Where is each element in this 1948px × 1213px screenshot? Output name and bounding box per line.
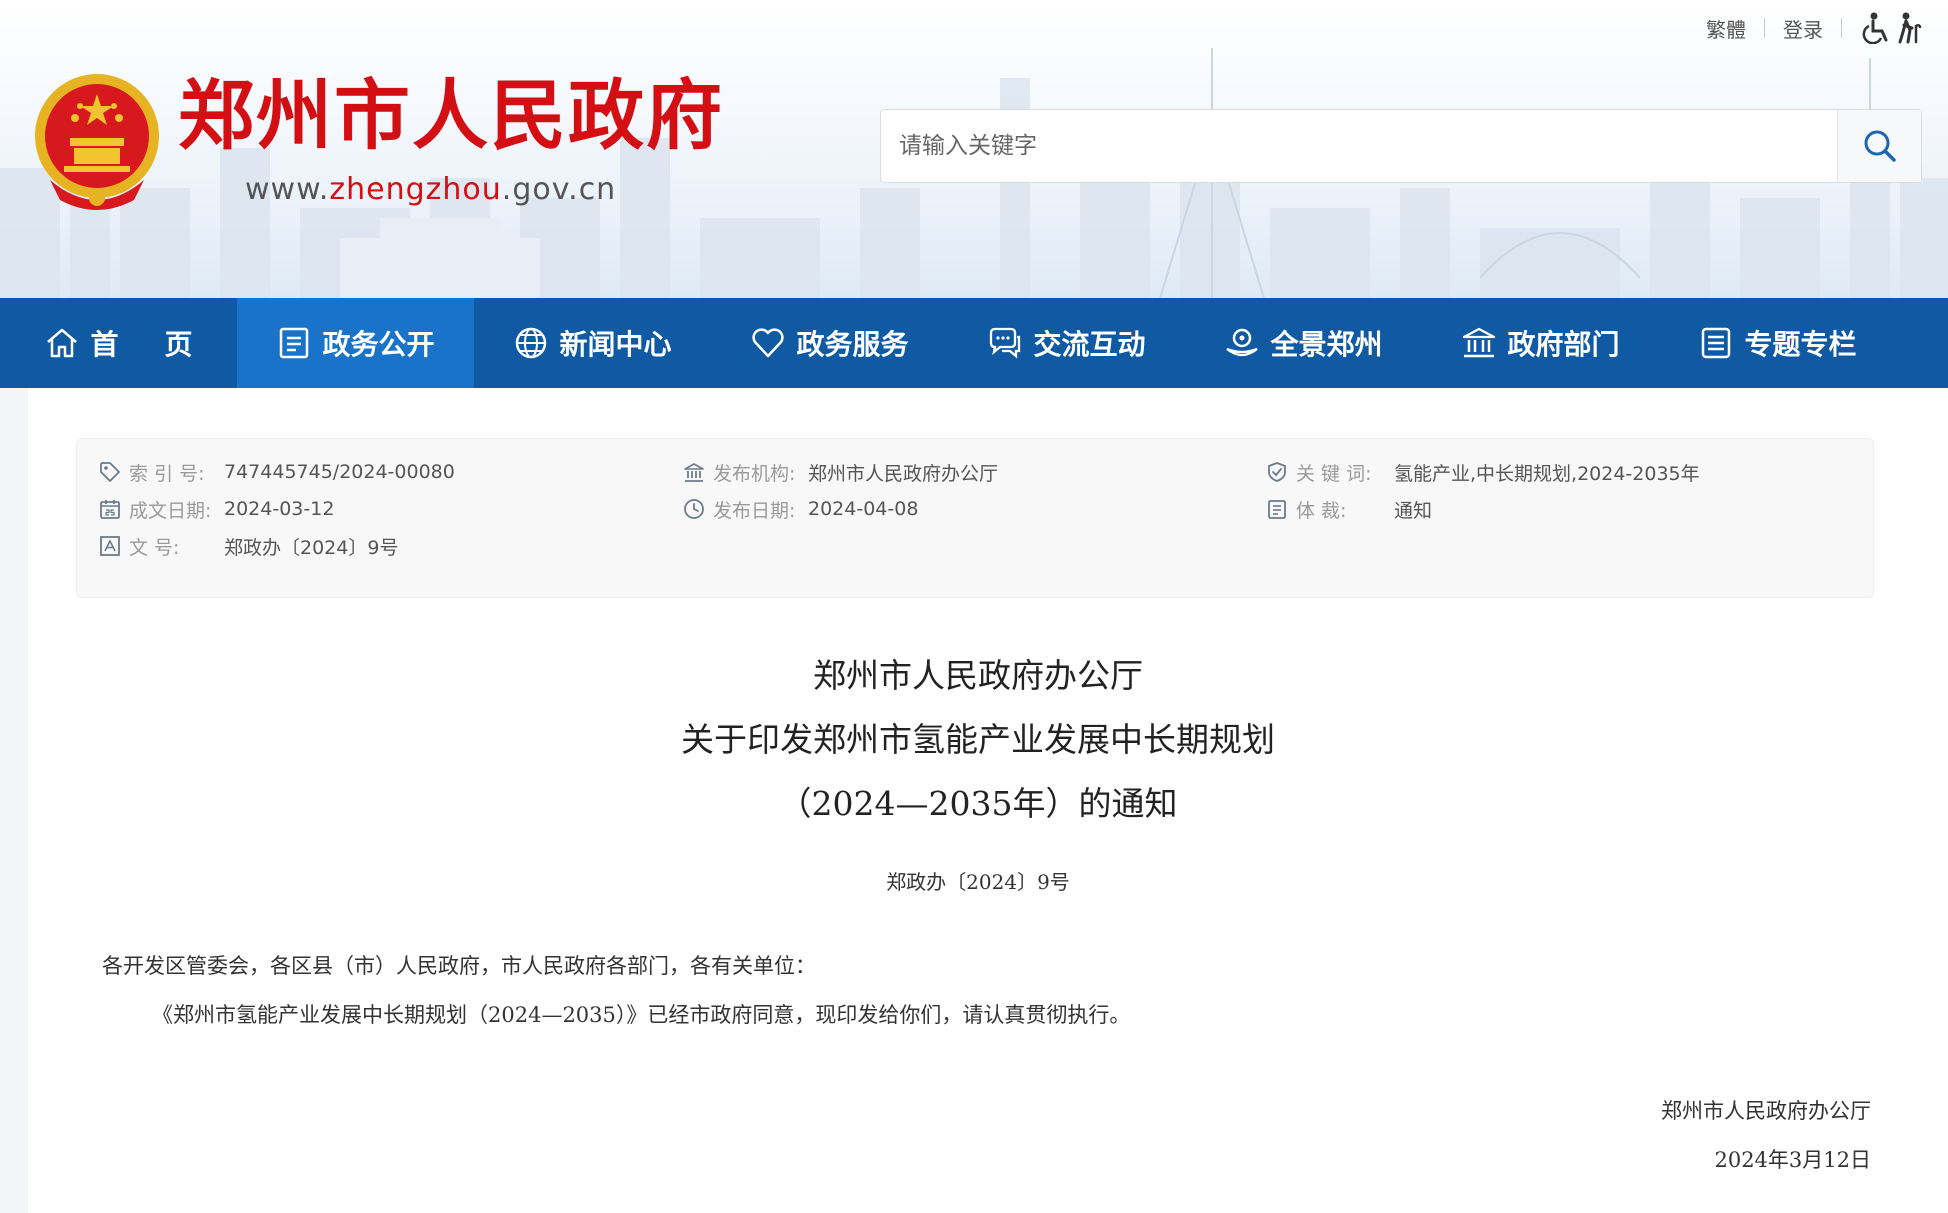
- search-icon: [1864, 130, 1896, 162]
- clock-icon: [684, 499, 704, 519]
- clipboard-icon: [1268, 500, 1286, 519]
- document-signer: 郑州市人民政府办公厅: [1661, 1099, 1871, 1123]
- meta-label: 索 引 号:: [129, 462, 205, 485]
- meta-publish-date: 发布日期: 2024-04-08: [683, 496, 918, 522]
- site-title[interactable]: 郑州市人民政府: [178, 78, 724, 154]
- document-text-icon: [100, 536, 120, 556]
- nav-label: 政务公开: [322, 328, 435, 361]
- document-title: 郑州市人民政府办公厅 关于印发郑州市氢能产业发展中长期规划 （2024—2035…: [28, 644, 1928, 836]
- site-url-domain: zhengzhou: [329, 172, 502, 207]
- meta-value: 郑州市人民政府办公厅: [808, 462, 999, 485]
- meta-document-number: 文 号: 郑政办〔2024〕9号: [99, 533, 398, 559]
- search-box: [880, 109, 1922, 183]
- institution-icon: [684, 463, 704, 482]
- nav-label: 专题专栏: [1744, 328, 1857, 361]
- nav-item-special-topics[interactable]: 专题专栏: [1659, 298, 1896, 388]
- site-url-prefix: www.: [245, 172, 330, 207]
- site-header: 郑州市人民政府 www.zhengzhou.gov.cn 繁體 登录: [0, 0, 1948, 298]
- calendar-icon: [100, 500, 120, 519]
- meta-label: 成文日期:: [129, 499, 212, 522]
- main-navigation: 首页 政务公开 新闻中心 政务服务 交流互动 全景郑州 政府部门 专题专栏: [0, 298, 1948, 388]
- nav-item-interaction[interactable]: 交流互动: [948, 298, 1185, 388]
- nav-item-government-departments[interactable]: 政府部门: [1422, 298, 1659, 388]
- site-url: www.zhengzhou.gov.cn: [245, 172, 616, 207]
- meta-genre: 体 裁: 通知: [1266, 496, 1432, 522]
- globe-icon: [516, 327, 547, 359]
- document-salutation: 各开发区管委会，各区县（市）人民政府，市人民政府各部门，各有关单位：: [102, 954, 816, 978]
- nav-item-news-center[interactable]: 新闻中心: [474, 298, 711, 388]
- document-title-line: （2024—2035年）的通知: [778, 784, 1178, 823]
- divider: [1764, 18, 1765, 38]
- meta-value: 通知: [1394, 499, 1433, 522]
- nav-label: 政务服务: [796, 328, 909, 361]
- meta-value: 2024-03-12: [224, 498, 335, 520]
- nav-item-home[interactable]: 首页: [0, 298, 237, 388]
- government-building-icon: [1463, 327, 1496, 358]
- document-paragraph: 《郑州市氢能产业发展中长期规划（2024—2035）》已经市政府同意，现印发给你…: [152, 1003, 1131, 1027]
- nav-label: 交流互动: [1033, 328, 1146, 361]
- meta-label: 体 裁:: [1296, 499, 1347, 522]
- elderly-mode-icon[interactable]: [1894, 12, 1924, 44]
- meta-label: 关 键 词:: [1296, 462, 1372, 485]
- home-icon: [47, 328, 78, 358]
- national-emblem-logo: [35, 74, 159, 210]
- meta-value: 747445745/2024-00080: [224, 461, 455, 483]
- top-utility-links: 繁體 登录: [1706, 12, 1924, 44]
- meta-value: 2024-04-08: [808, 498, 919, 520]
- wheelchair-accessibility-icon[interactable]: [1862, 12, 1892, 44]
- meta-label: 发布日期:: [713, 499, 796, 522]
- chat-icon: [990, 327, 1021, 359]
- document-date: 2024年3月12日: [1714, 1148, 1871, 1172]
- meta-value: 郑政办〔2024〕9号: [224, 536, 399, 559]
- nav-label: 首页: [90, 328, 239, 361]
- meta-index-number: 索 引 号: 747445745/2024-00080: [99, 459, 455, 485]
- document-title-line: 郑州市人民政府办公厅: [813, 656, 1143, 695]
- nav-label: 全景郑州: [1270, 328, 1383, 361]
- nav-label: 新闻中心: [559, 328, 672, 361]
- document-board-icon: [280, 327, 309, 359]
- nav-item-panorama-zhengzhou[interactable]: 全景郑州: [1185, 298, 1422, 388]
- meta-value: 氢能产业,中长期规划,2024-2035年: [1394, 462, 1700, 485]
- document-title-line: 关于印发郑州市氢能产业发展中长期规划: [681, 720, 1275, 759]
- nav-item-government-services[interactable]: 政务服务: [711, 298, 948, 388]
- traditional-chinese-link[interactable]: 繁體: [1706, 14, 1746, 43]
- list-icon: [1702, 327, 1731, 359]
- document-metadata-panel: 索 引 号: 747445745/2024-00080 成文日期: 2024-0…: [76, 438, 1874, 598]
- tag-icon: [100, 462, 120, 482]
- document-number: 郑政办〔2024〕9号: [886, 870, 1070, 894]
- search-input[interactable]: [881, 110, 1839, 182]
- meta-keywords: 关 键 词: 氢能产业,中长期规划,2024-2035年: [1266, 459, 1700, 485]
- article-container: 索 引 号: 747445745/2024-00080 成文日期: 2024-0…: [28, 388, 1948, 1213]
- site-url-suffix: .gov.cn: [501, 172, 617, 207]
- meta-publisher: 发布机构: 郑州市人民政府办公厅: [683, 459, 998, 485]
- nav-item-government-affairs-open[interactable]: 政务公开: [237, 298, 474, 388]
- search-button[interactable]: [1837, 110, 1921, 182]
- shield-check-icon: [1268, 462, 1286, 482]
- login-link[interactable]: 登录: [1783, 14, 1823, 43]
- panorama-icon: [1226, 328, 1259, 357]
- meta-label: 发布机构:: [713, 462, 796, 485]
- heart-icon: [752, 328, 785, 358]
- meta-label: 文 号:: [129, 536, 180, 559]
- divider: [1841, 18, 1842, 38]
- meta-written-date: 成文日期: 2024-03-12: [99, 496, 334, 522]
- nav-label: 政府部门: [1507, 328, 1620, 361]
